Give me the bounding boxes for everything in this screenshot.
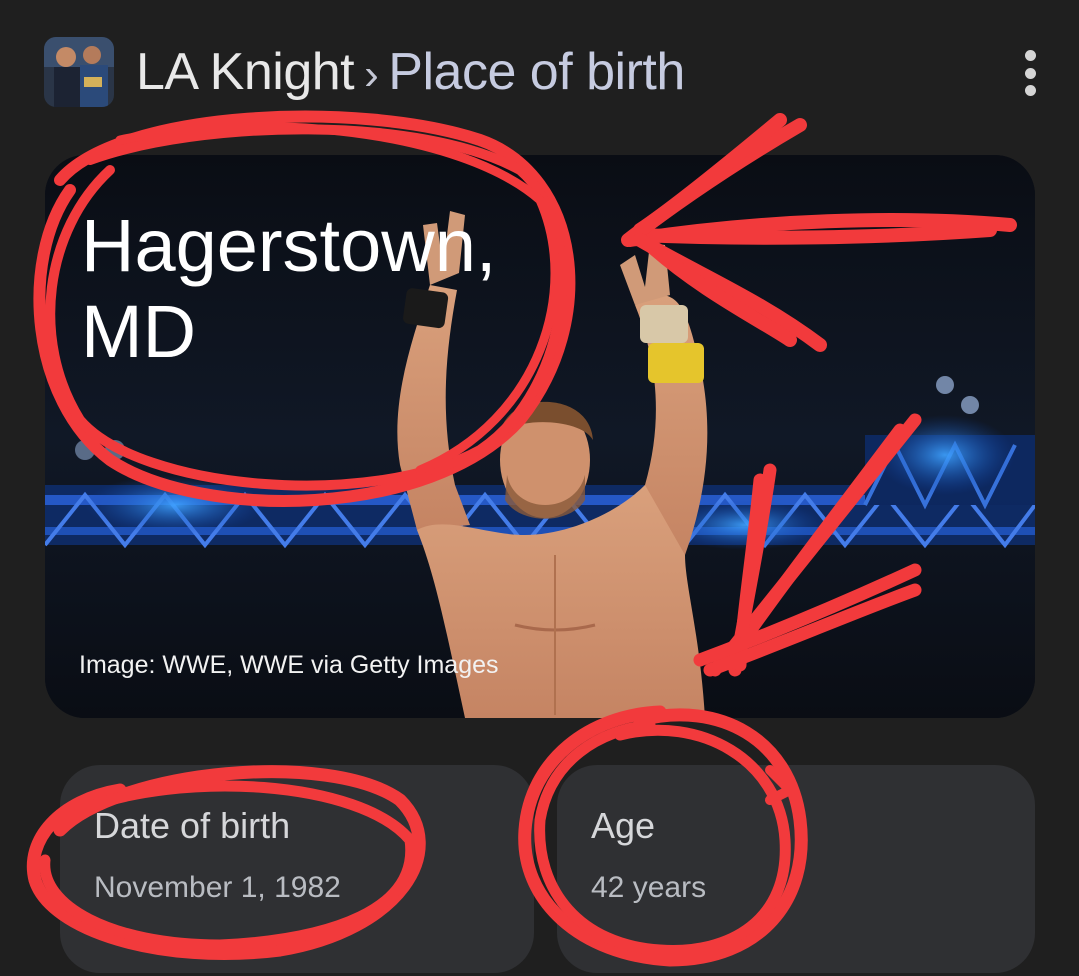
breadcrumb-header: LA Knight › Place of birth bbox=[44, 36, 1044, 108]
breadcrumb-entity[interactable]: LA Knight bbox=[136, 42, 355, 102]
card-value: November 1, 1982 bbox=[94, 871, 341, 904]
breadcrumb-attribute: Place of birth bbox=[388, 43, 685, 101]
date-of-birth-card[interactable]: Date of birth November 1, 1982 bbox=[60, 765, 534, 973]
card-label: Date of birth bbox=[94, 805, 291, 846]
knowledge-panel-page: LA Knight › Place of birth Hagerstown, M… bbox=[0, 0, 1079, 976]
more-vert-icon[interactable] bbox=[1018, 50, 1042, 96]
card-label: Age bbox=[591, 805, 656, 846]
answer-title: Hagerstown, MD bbox=[81, 204, 497, 373]
breadcrumb: LA Knight › Place of birth bbox=[136, 42, 685, 102]
answer-hero-card[interactable]: Hagerstown, MD Image: WWE, WWE via Getty… bbox=[45, 155, 1035, 718]
age-card[interactable]: Age 42 years bbox=[557, 765, 1035, 973]
image-credit: Image: WWE, WWE via Getty Images bbox=[79, 651, 499, 679]
breadcrumb-separator: › bbox=[364, 50, 379, 99]
entity-thumbnail-image bbox=[44, 37, 114, 107]
entity-thumbnail[interactable] bbox=[44, 37, 114, 107]
card-value: 42 years bbox=[591, 871, 707, 904]
